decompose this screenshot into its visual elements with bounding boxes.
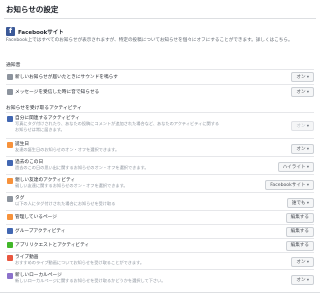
row-description: 友達の誕生日のお知らせのオン・オフを選択できます。	[15, 147, 120, 152]
activity-row-apps: アプリリクエストとアクティビティ 編集する	[6, 240, 314, 251]
birthday-dropdown[interactable]: オン	[291, 144, 314, 154]
pages-edit-button[interactable]: 編集する	[285, 213, 314, 223]
sound-new-notification-dropdown[interactable]: オン	[291, 72, 314, 82]
activity-row-memories: 過去のこの日 過去のこの日の思い出に関するお知らせのオン・オフを選択できます。 …	[6, 159, 314, 173]
row-description-2: お知らせは常に届きます。	[15, 127, 65, 132]
row-description: 写真にタグ付けされたり、あなたの投稿にコメントが追加された場合など、あなたのアク…	[15, 121, 220, 126]
close-friends-dropdown[interactable]: Facebookサイト	[265, 180, 314, 190]
memories-dropdown[interactable]: ハイライト	[277, 162, 314, 172]
row-label: 新しいお知らせが届いたときにサウンドを鳴らす	[15, 75, 118, 80]
row-description: 親しい友達に関するお知らせのオン・オフを選択できます。	[15, 183, 128, 188]
row-label: メッセージを受信した時に音で知らせる	[15, 90, 100, 95]
app-icon	[7, 242, 13, 248]
self-activity-dropdown: オン	[291, 121, 314, 131]
divider	[6, 112, 314, 113]
local-pages-dropdown[interactable]: オン	[291, 275, 314, 285]
activity-row-tags: タグ 以下の人にタグ付けされた場合にお知らせを受け取る 誰でも	[6, 195, 314, 209]
facebook-logo-icon: f	[6, 27, 15, 36]
activity-row-close-friends: 親しい友達のアクティビティ 親しい友達に関するお知らせのオン・オフを選択できます…	[6, 177, 314, 191]
live-video-dropdown[interactable]: オン	[291, 257, 314, 267]
tags-dropdown[interactable]: 誰でも	[286, 198, 314, 208]
activity-row-birthday: 誕生日 友達の誕生日のお知らせのオン・オフを選択できます。 オン	[6, 141, 314, 155]
video-icon	[7, 255, 13, 261]
divider	[6, 174, 314, 175]
activity-row-self: 自分に関連するアクティビティ 写真にタグ付けされたり、あなたの投稿にコメントが追…	[6, 115, 314, 137]
divider	[6, 156, 314, 157]
star-icon	[7, 178, 13, 184]
divider	[4, 18, 316, 19]
facebook-site-header: f Facebookサイト	[6, 27, 64, 36]
row-label: アプリリクエストとアクティビティ	[15, 243, 90, 248]
activity-row-pages: 管理しているページ 編集する	[6, 212, 314, 223]
flag-icon	[7, 214, 13, 220]
gift-icon	[7, 142, 13, 148]
divider	[6, 84, 314, 85]
row-description: 過去のこの日の思い出に関するお知らせのオン・オフを選択できます。	[15, 165, 149, 170]
tag-icon	[7, 196, 13, 202]
speaker-icon	[7, 74, 13, 80]
facebook-site-title: Facebookサイト	[18, 29, 64, 36]
divider	[6, 69, 314, 70]
sound-row-message: メッセージを受信した時に音で知らせる オン	[6, 87, 314, 97]
activity-row-local-pages: 新しいローカルページ 新しいローカルページに関するお知らせを受け取るかどうかを選…	[6, 272, 314, 286]
row-label: 管理しているページ	[15, 215, 57, 220]
row-description: 新しいローカルページに関するお知らせを受け取るかどうかを選択して下さい。	[15, 278, 166, 283]
page-title: お知らせの設定	[6, 5, 59, 14]
activity-row-live-video: ライブ動画 おすすめのライブ動画についてお知らせを受け取ることができます。 オン	[6, 254, 314, 268]
person-icon	[7, 116, 13, 122]
divider	[0, 292, 320, 293]
divider	[6, 252, 314, 253]
clock-icon	[7, 160, 13, 166]
group-icon	[7, 228, 13, 234]
divider	[6, 192, 314, 193]
section-heading-sound: 通知音	[6, 63, 21, 68]
section-heading-activities: お知らせを受け取るアクティビティ	[6, 106, 82, 111]
facebook-site-description: Facebook上ではすべてのお知らせが表示されますが、特定の投稿についてお知ら…	[6, 38, 293, 43]
message-icon	[7, 89, 13, 95]
divider	[6, 269, 314, 270]
divider	[6, 238, 314, 239]
sound-message-dropdown[interactable]: オン	[291, 87, 314, 97]
row-label: グループアクティビティ	[15, 229, 66, 234]
divider	[6, 224, 314, 225]
divider	[6, 138, 314, 139]
groups-edit-button[interactable]: 編集する	[285, 227, 314, 237]
activity-row-groups: グループアクティビティ 編集する	[6, 226, 314, 237]
notification-settings-page: お知らせの設定 f Facebookサイト Facebook上ではすべてのお知ら…	[0, 0, 320, 294]
sound-row-new-notification: 新しいお知らせが届いたときにサウンドを鳴らす オン	[6, 72, 314, 82]
row-description: 以下の人にタグ付けされた場合にお知らせを受け取る	[15, 201, 116, 206]
location-icon	[7, 273, 13, 279]
apps-edit-button[interactable]: 編集する	[285, 241, 314, 251]
divider	[6, 210, 314, 211]
row-description: おすすめのライブ動画についてお知らせを受け取ることができます。	[15, 260, 145, 265]
